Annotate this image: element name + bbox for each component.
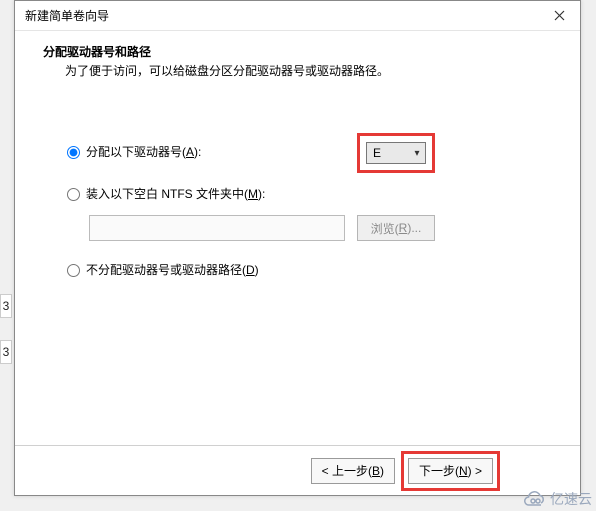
page-header: 分配驱动器号和路径 为了便于访问，可以给磁盘分区分配驱动器号或驱动器路径。 xyxy=(15,31,580,83)
window-title: 新建简单卷向导 xyxy=(25,7,109,24)
radio-assign-letter[interactable] xyxy=(67,146,80,159)
drive-letter-select[interactable]: E ▾ xyxy=(366,142,426,164)
close-button[interactable] xyxy=(538,1,580,30)
background-marks: 3 3 xyxy=(0,294,12,364)
option-no-assign: 不分配驱动器号或驱动器路径(D) xyxy=(67,261,528,279)
close-icon xyxy=(554,10,565,21)
page-heading: 分配驱动器号和路径 xyxy=(43,43,552,60)
option-mount-path: 装入以下空白 NTFS 文件夹中(M): xyxy=(67,185,528,203)
back-button[interactable]: < 上一步(B) xyxy=(311,458,395,484)
titlebar: 新建简单卷向导 xyxy=(15,1,580,31)
wizard-dialog: 新建简单卷向导 分配驱动器号和路径 为了便于访问，可以给磁盘分区分配驱动器号或驱… xyxy=(14,0,581,496)
mount-path-input[interactable] xyxy=(89,215,345,241)
radio-mount-path[interactable] xyxy=(67,188,80,201)
watermark: 亿速云 xyxy=(522,489,592,509)
drive-letter-value: E xyxy=(373,146,381,160)
next-button-highlight: 下一步(N) > xyxy=(401,451,500,491)
browse-button[interactable]: 浏览(R)... xyxy=(357,215,435,241)
page-subheading: 为了便于访问，可以给磁盘分区分配驱动器号或驱动器路径。 xyxy=(43,60,552,79)
mount-path-row: 浏览(R)... xyxy=(89,215,528,241)
next-button[interactable]: 下一步(N) > xyxy=(408,458,493,484)
label-assign-letter: 分配以下驱动器号(A): xyxy=(86,143,201,161)
label-no-assign: 不分配驱动器号或驱动器路径(D) xyxy=(86,261,259,279)
option-assign-letter: 分配以下驱动器号(A): E ▾ xyxy=(67,143,528,161)
drive-letter-highlight: E ▾ xyxy=(357,133,437,173)
wizard-footer: < 上一步(B) 下一步(N) > 取消 xyxy=(15,445,580,495)
label-mount-path: 装入以下空白 NTFS 文件夹中(M): xyxy=(86,185,265,203)
cloud-icon xyxy=(522,490,546,508)
watermark-text: 亿速云 xyxy=(550,489,592,509)
content-area: 分配以下驱动器号(A): E ▾ 装入以下空白 NTFS 文件夹中(M): 浏览… xyxy=(15,83,580,279)
radio-no-assign[interactable] xyxy=(67,264,80,277)
chevron-down-icon: ▾ xyxy=(409,148,425,159)
